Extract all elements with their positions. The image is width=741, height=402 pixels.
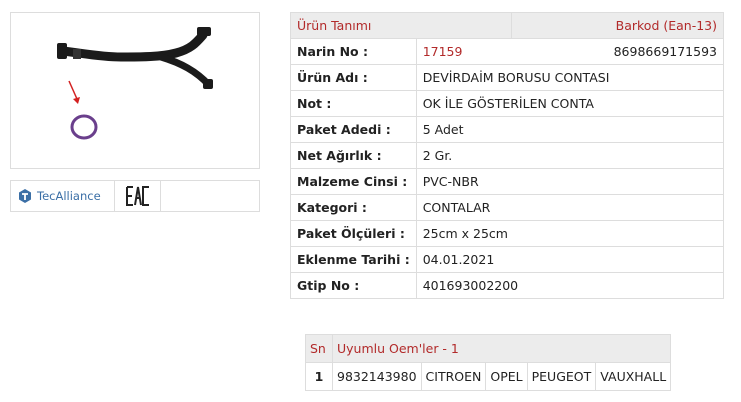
brand-vauxhall: VAUXHALL [595, 362, 672, 391]
eac-icon [125, 186, 149, 206]
part-number-value: 17159 [415, 38, 512, 65]
table-row: Malzeme Cinsi : PVC-NBR [290, 168, 725, 195]
tecalliance-icon [19, 189, 31, 203]
material-value: PVC-NBR [415, 168, 725, 195]
oem-table-header: Sn Uyumlu Oem'ler - 1 [305, 334, 672, 363]
table-row: Eklenme Tarihi : 04.01.2021 [290, 246, 725, 273]
note-label: Not : [290, 90, 417, 117]
package-dimensions-label: Paket Ölçüleri : [290, 220, 417, 247]
row-number: 1 [305, 362, 333, 391]
barcode-value: 8698669171593 [511, 38, 724, 65]
gtip-number-label: Gtip No : [290, 272, 417, 299]
product-definition-header: Ürün Tanımı [289, 12, 513, 39]
table-row: Kategori : CONTALAR [290, 194, 725, 221]
product-info-header: Ürün Tanımı Barkod (Ean-13) [289, 12, 724, 39]
certification-logos: TecAlliance [10, 180, 260, 212]
table-row: Gtip No : 401693002200 [290, 272, 725, 299]
package-dimensions-value: 25cm x 25cm [415, 220, 725, 247]
compatible-oem-table: Sn Uyumlu Oem'ler - 1 1 9832143980 CITRO… [305, 334, 672, 391]
compatible-oem-header: Uyumlu Oem'ler - 1 [331, 334, 672, 363]
table-row: Not : OK İLE GÖSTERİLEN CONTA [290, 90, 725, 117]
table-row: Net Ağırlık : 2 Gr. [290, 142, 725, 169]
table-row: Narin No : 17159 8698669171593 [290, 38, 724, 65]
barcode-header: Barkod (Ean-13) [511, 12, 724, 39]
package-quantity-value: 5 Adet [415, 116, 725, 143]
brand-peugeot: PEUGEOT [526, 362, 597, 391]
note-value: OK İLE GÖSTERİLEN CONTA [415, 90, 725, 117]
product-image[interactable] [10, 12, 260, 169]
sn-header: Sn [305, 334, 333, 363]
eac-logo [115, 181, 161, 211]
table-row: Paket Adedi : 5 Adet [290, 116, 725, 143]
net-weight-label: Net Ağırlık : [290, 142, 417, 169]
table-row: Paket Ölçüleri : 25cm x 25cm [290, 220, 725, 247]
hose-with-o-ring-image [57, 27, 213, 140]
category-label: Kategori : [290, 194, 417, 221]
table-row: Ürün Adı : DEVİRDAİM BORUSU CONTASI [290, 64, 725, 91]
table-row: 1 9832143980 CITROEN OPEL PEUGEOT VAUXHA… [305, 362, 672, 391]
category-value: CONTALAR [415, 194, 725, 221]
oem-number[interactable]: 9832143980 [332, 362, 422, 391]
product-name-value: DEVİRDAİM BORUSU CONTASI [415, 64, 725, 91]
tecalliance-label: TecAlliance [37, 189, 101, 203]
gtip-number-value: 401693002200 [415, 272, 725, 299]
tecalliance-logo[interactable]: TecAlliance [11, 181, 115, 211]
product-info-table: Ürün Tanımı Barkod (Ean-13) Narin No : 1… [289, 12, 725, 299]
date-added-label: Eklenme Tarihi : [290, 246, 417, 273]
net-weight-value: 2 Gr. [415, 142, 725, 169]
brand-citroen: CITROEN [420, 362, 487, 391]
date-added-value: 04.01.2021 [415, 246, 725, 273]
brand-opel: OPEL [485, 362, 528, 391]
package-quantity-label: Paket Adedi : [290, 116, 417, 143]
product-name-label: Ürün Adı : [290, 64, 417, 91]
material-label: Malzeme Cinsi : [290, 168, 417, 195]
part-number-label: Narin No : [290, 38, 417, 65]
